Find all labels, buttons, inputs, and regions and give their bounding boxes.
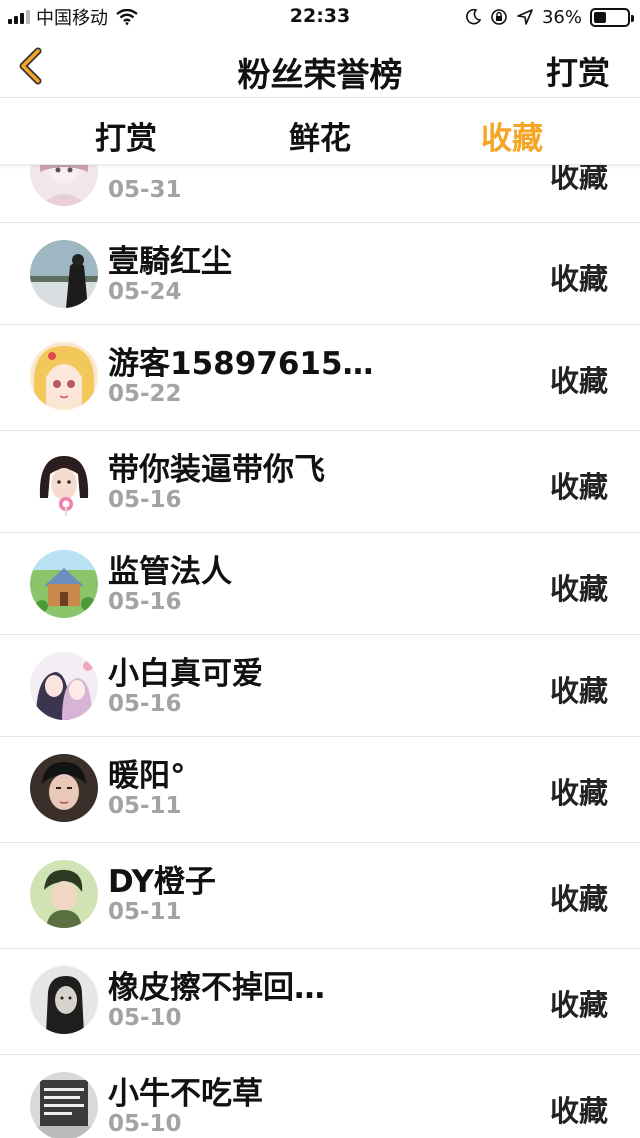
fan-name: 小牛不吃草 <box>108 1076 263 1112</box>
location-icon <box>517 9 533 25</box>
avatar <box>30 550 98 618</box>
fan-name: 游客15897615… <box>108 346 374 382</box>
battery-fill <box>594 11 606 23</box>
fan-date: 05-24 <box>108 279 182 305</box>
list-item[interactable]: DY橙子 05-11 收藏 <box>0 843 640 949</box>
list-item[interactable]: 小牛不吃草 05-10 收藏 <box>0 1055 640 1138</box>
fan-date: 05-11 <box>108 793 182 819</box>
tab-flowers[interactable]: 鲜花 <box>250 113 390 158</box>
fan-action-label: 收藏 <box>549 988 608 1022</box>
avatar <box>30 342 98 410</box>
fan-action-label: 收藏 <box>549 470 608 504</box>
avatar <box>30 1072 98 1138</box>
fan-action-label: 收藏 <box>549 776 608 810</box>
fan-date: 05-11 <box>108 899 182 925</box>
list-item[interactable]: 壹騎红尘 05-24 收藏 <box>0 223 640 325</box>
moon-icon <box>466 8 482 25</box>
list-item[interactable]: 橡皮擦不掉回… 05-10 收藏 <box>0 949 640 1055</box>
battery-percent: 36% <box>541 6 582 28</box>
fan-action-label: 收藏 <box>549 1094 608 1128</box>
list-item[interactable]: 暖阳° 05-11 收藏 <box>0 737 640 843</box>
fan-name: 橡皮擦不掉回… <box>108 970 325 1006</box>
status-right: 36% <box>464 6 634 28</box>
fan-action-label: 收藏 <box>549 674 608 708</box>
fan-name: DY橙子 <box>108 864 216 900</box>
fan-date: 05-10 <box>108 1005 182 1031</box>
rotation-lock-icon <box>491 9 507 25</box>
fan-name: 壹騎红尘 <box>108 244 232 280</box>
avatar <box>30 448 98 516</box>
fan-date: 05-16 <box>108 589 182 615</box>
fan-action-label: 收藏 <box>549 262 608 296</box>
tab-favorites[interactable]: 收藏 <box>442 113 582 158</box>
fan-name: 带你装逼带你飞 <box>108 452 325 488</box>
list-item[interactable]: 游客15897615… 05-22 收藏 <box>0 325 640 431</box>
fan-action-label: 收藏 <box>549 882 608 916</box>
fan-list-content: 05-31 收藏 壹騎红尘 05-24 收藏 游客15897615… 05-22… <box>0 165 640 1138</box>
fan-list[interactable]: 05-31 收藏 壹騎红尘 05-24 收藏 游客15897615… 05-22… <box>0 165 640 1138</box>
fan-date: 05-16 <box>108 691 182 717</box>
fan-date: 05-10 <box>108 1111 182 1137</box>
fan-name: 暖阳° <box>108 758 186 794</box>
tab-bar: 打赏 鲜花 收藏 <box>0 98 640 165</box>
fan-action-label: 收藏 <box>549 165 608 194</box>
reward-button[interactable]: 打赏 <box>546 48 610 94</box>
avatar <box>30 165 98 206</box>
status-bar: 中国移动 22:33 36% <box>0 0 640 34</box>
avatar <box>30 754 98 822</box>
avatar <box>30 652 98 720</box>
list-item[interactable]: 小白真可爱 05-16 收藏 <box>0 635 640 737</box>
fan-date: 05-31 <box>108 177 182 203</box>
fan-date: 05-16 <box>108 487 182 513</box>
fan-action-label: 收藏 <box>549 364 608 398</box>
avatar <box>30 860 98 928</box>
avatar <box>30 966 98 1034</box>
fan-name: 监管法人 <box>108 554 232 590</box>
fan-name: 小白真可爱 <box>108 656 263 692</box>
list-item[interactable]: 05-31 收藏 <box>0 165 640 223</box>
list-item[interactable]: 带你装逼带你飞 05-16 收藏 <box>0 431 640 533</box>
list-item[interactable]: 监管法人 05-16 收藏 <box>0 533 640 635</box>
nav-bar: 粉丝荣誉榜 打赏 <box>0 34 640 98</box>
fan-date: 05-22 <box>108 381 182 407</box>
avatar <box>30 240 98 308</box>
page-title: 粉丝荣誉榜 <box>237 55 403 94</box>
battery-icon <box>590 7 634 27</box>
fan-action-label: 收藏 <box>549 572 608 606</box>
tab-reward[interactable]: 打赏 <box>56 113 196 158</box>
